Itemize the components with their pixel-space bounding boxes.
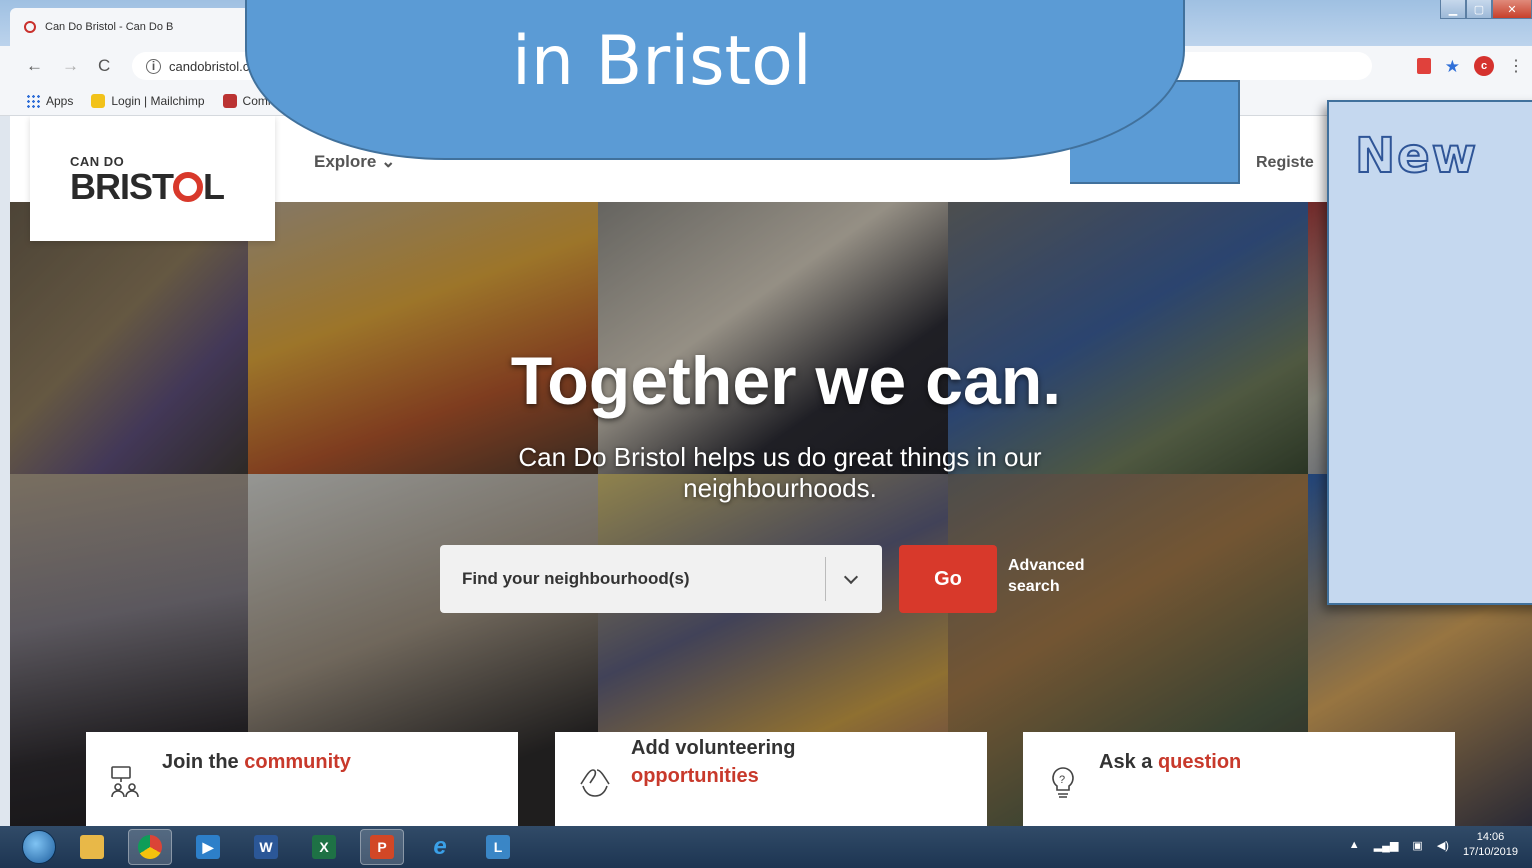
back-icon[interactable]: ← — [26, 56, 43, 76]
callout-bubble: in Bristol — [245, 0, 1185, 160]
taskbar-chrome[interactable] — [128, 829, 172, 865]
clock[interactable]: 14:06 17/10/2019 — [1463, 830, 1518, 861]
internet-explorer-icon: e — [433, 833, 447, 860]
taskbar: ▶ W X P e L ▲ ▂▄▆ ▣ ◀) 14:06 17/10/2019 — [0, 826, 1532, 868]
maximize-button[interactable]: ▢ — [1466, 0, 1492, 19]
close-button[interactable]: ✕ — [1492, 0, 1532, 19]
site-logo[interactable]: CAN DO BRIST L — [30, 116, 275, 241]
taskbar-excel[interactable]: X — [302, 829, 346, 865]
forward-icon[interactable]: → — [62, 56, 79, 76]
svg-text:?: ? — [1059, 774, 1065, 786]
lightbulb-icon: ? — [1045, 764, 1081, 800]
card-prefix: Ask a — [1099, 750, 1158, 773]
go-button[interactable]: Go — [899, 545, 997, 613]
card-prefix: Join the — [162, 750, 245, 773]
system-tray: ▲ ▂▄▆ ▣ ◀) 14:06 17/10/2019 — [1349, 830, 1518, 861]
toolbar-actions: ★ c ⋮ — [1416, 56, 1524, 76]
taskbar-powerpoint[interactable]: P — [360, 829, 404, 865]
extension-icon[interactable] — [1416, 58, 1431, 74]
chrome-icon — [138, 835, 162, 859]
favicon-icon — [24, 21, 36, 33]
callout-box-text: New — [1354, 127, 1479, 185]
hero: Together we can. Can Do Bristol helps us… — [10, 202, 1532, 826]
neighbourhood-select[interactable]: Find your neighbourhood(s) — [440, 545, 882, 613]
taskbar-ie[interactable]: e — [418, 829, 462, 865]
community-icon — [222, 93, 237, 108]
add-volunteering-card[interactable]: Add volunteering opportunities — [555, 732, 987, 826]
web-page: CAN DO BRIST L Explore ⌄ Registe Together… — [10, 116, 1532, 826]
info-icon[interactable]: i — [146, 58, 161, 74]
clock-time: 14:06 — [1476, 831, 1505, 843]
network-icon[interactable]: ▣ — [1412, 839, 1422, 852]
screen: Can Do Bristol - Can Do B ▁ ▢ ✕ ← → C i … — [0, 0, 1532, 868]
callout-box: New — [1327, 100, 1532, 605]
nav-explore-label: Explore — [314, 152, 377, 171]
logo-o-icon — [173, 172, 203, 202]
bookmark-star-icon[interactable]: ★ — [1445, 58, 1460, 75]
hand-heart-icon — [577, 764, 613, 800]
media-player-icon: ▶ — [196, 835, 220, 859]
volume-icon[interactable]: ◀) — [1437, 839, 1449, 852]
bookmark-apps[interactable]: Apps — [26, 93, 74, 108]
logo-word-right: L — [203, 166, 225, 207]
url-text: candobristol.c — [169, 58, 250, 74]
word-icon: W — [254, 835, 278, 859]
taskbar-media[interactable]: ▶ — [186, 829, 230, 865]
logo-word-left: BRIST — [70, 166, 174, 207]
excel-icon: X — [312, 835, 336, 859]
menu-kebab-icon[interactable]: ⋮ — [1508, 56, 1524, 76]
start-button[interactable] — [22, 830, 56, 864]
taskbar-word[interactable]: W — [244, 829, 288, 865]
reload-icon[interactable]: C — [98, 56, 110, 76]
folder-icon — [80, 835, 104, 859]
tray-arrow-icon[interactable]: ▲ — [1349, 839, 1360, 851]
bookmark-label: Apps — [46, 93, 74, 108]
minimize-button[interactable]: ▁ — [1440, 0, 1466, 19]
advanced-search-link[interactable]: Advanced search — [1008, 556, 1084, 598]
card-label: Add volunteering opportunities — [631, 734, 795, 790]
taskbar-explorer[interactable] — [70, 829, 114, 865]
signal-icon[interactable]: ▂▄▆ — [1374, 839, 1399, 852]
clock-date: 17/10/2019 — [1462, 846, 1518, 859]
bookmark-mailchimp[interactable]: Login | Mailchimp — [91, 93, 205, 108]
ask-question-card[interactable]: ? Ask a question — [1023, 732, 1455, 826]
powerpoint-icon: P — [370, 835, 394, 859]
card-highlight: question — [1157, 750, 1242, 773]
callout-text: in Bristol — [512, 22, 812, 101]
profile-avatar[interactable]: c — [1474, 56, 1494, 76]
advanced-line-1: Advanced — [1008, 557, 1085, 574]
nav-explore[interactable]: Explore ⌄ — [314, 152, 395, 172]
join-community-card[interactable]: Join the community — [86, 732, 518, 826]
logo-big-text: BRIST L — [70, 169, 275, 205]
people-icon — [108, 764, 144, 800]
hero-title: Together we can. — [510, 343, 1062, 419]
card-label: Join the community — [162, 751, 351, 774]
card-highlight: opportunities — [631, 765, 759, 787]
advanced-line-2: search — [1008, 577, 1060, 595]
lync-icon: L — [486, 835, 510, 859]
mailchimp-icon — [91, 93, 106, 108]
card-highlight: community — [244, 750, 351, 773]
neighbourhood-placeholder: Find your neighbourhood(s) — [462, 569, 690, 588]
chevron-down-icon[interactable] — [843, 569, 859, 585]
card-prefix: Add volunteering — [631, 737, 796, 759]
bookmark-label: Login | Mailchimp — [111, 93, 205, 108]
select-divider — [825, 557, 826, 601]
tab-title: Can Do Bristol - Can Do B — [45, 21, 174, 33]
apps-grid-icon — [26, 93, 40, 108]
hero-subtitle: Can Do Bristol helps us do great things … — [518, 442, 1042, 504]
taskbar-lync[interactable]: L — [476, 829, 520, 865]
window-controls: ▁ ▢ ✕ — [1440, 0, 1532, 19]
card-label: Ask a question — [1099, 751, 1241, 774]
browser-tab[interactable]: Can Do Bristol - Can Do B — [10, 8, 250, 46]
nav-register[interactable]: Registe — [1256, 154, 1314, 172]
